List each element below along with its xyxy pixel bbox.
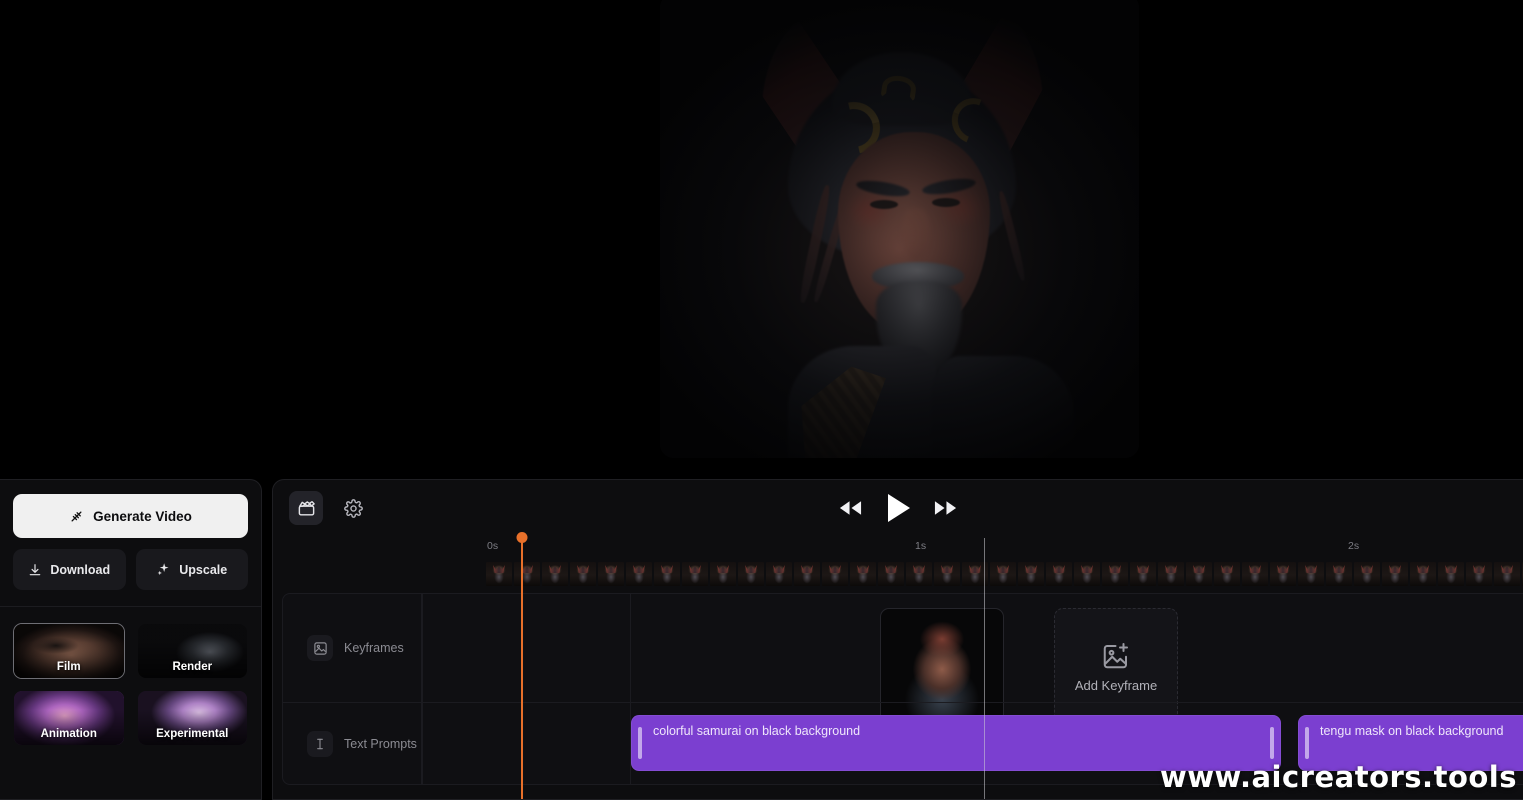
generate-video-label: Generate Video (93, 508, 192, 524)
track-label: Keyframes (344, 641, 404, 655)
filmstrip-frame (850, 562, 876, 586)
clip-label: tengu mask on black background (1320, 724, 1504, 738)
generate-video-button[interactable]: Generate Video (13, 494, 248, 538)
style-label: Animation (40, 728, 97, 740)
style-label: Film (56, 661, 81, 673)
filmstrip-frame (794, 562, 820, 586)
filmstrip-frame (514, 562, 540, 586)
filmstrip-frame (1410, 562, 1436, 586)
sparkles-icon (156, 562, 171, 577)
filmstrip-frame (1186, 562, 1212, 586)
filmstrip-frame (1074, 562, 1100, 586)
bottom-bar: Generate Video Download Upscale Film Ren… (0, 462, 1523, 800)
filmstrip-frame (1466, 562, 1492, 586)
filmstrip-frame (766, 562, 792, 586)
filmstrip-frame (878, 562, 904, 586)
ruler-tick-0s: 0s (487, 540, 499, 552)
filmstrip-frame (1382, 562, 1408, 586)
clip-handle-left[interactable] (638, 727, 642, 759)
gear-icon[interactable] (336, 491, 370, 525)
filmstrip-frame (1298, 562, 1324, 586)
track-label: Text Prompts (344, 736, 417, 751)
filmstrip-frame (906, 562, 932, 586)
timeline-ruler[interactable]: 0s 1s 2s (421, 536, 1523, 562)
filmstrip-frame (1354, 562, 1380, 586)
filmstrip-frame (1214, 562, 1240, 586)
filmstrip-frame (990, 562, 1016, 586)
style-presets: Film Render Animation Experimental (0, 607, 261, 758)
filmstrip-frame (1242, 562, 1268, 586)
decor-vignette (660, 0, 1139, 458)
filmstrip-frame (626, 562, 652, 586)
track-body-text-prompts[interactable]: colorful samurai on black background ten… (422, 703, 1523, 784)
track-body-keyframes[interactable]: Add Keyframe (422, 594, 1523, 726)
download-icon (28, 563, 42, 577)
text-cursor-icon (307, 730, 333, 757)
ruler-tick-2s: 2s (1348, 540, 1360, 552)
timeline-tracks: Keyframes Add Keyframe Text Prompts colo… (282, 593, 1523, 785)
filmstrip-frame (486, 562, 512, 586)
filmstrip-frame (710, 562, 736, 586)
timeline-panel: 0s 1s 2s Keyframes Add Keyframe Text Pro… (272, 479, 1523, 800)
style-preset-experimental[interactable]: Experimental (137, 690, 249, 746)
preview-image (660, 0, 1139, 458)
clip-label: colorful samurai on black background (653, 724, 861, 738)
style-label: Render (172, 661, 213, 673)
image-plus-icon (1101, 641, 1131, 671)
clip-handle-right[interactable] (1270, 727, 1274, 759)
filmstrip-frame (542, 562, 568, 586)
filmstrip-frame (738, 562, 764, 586)
style-preset-film[interactable]: Film (13, 623, 125, 679)
preview-video-frame[interactable] (660, 0, 1139, 458)
track-header-keyframes[interactable]: Keyframes (283, 594, 422, 702)
clip-handle-left[interactable] (1305, 727, 1309, 759)
clapperboard-icon[interactable] (289, 491, 323, 525)
filmstrip-frame (1494, 562, 1520, 586)
upscale-label: Upscale (179, 562, 228, 577)
filmstrip-frame (1326, 562, 1352, 586)
filmstrip-frame (654, 562, 680, 586)
filmstrip-frame (934, 562, 960, 586)
style-preset-animation[interactable]: Animation (13, 690, 125, 746)
filmstrip-frame (1102, 562, 1128, 586)
filmstrip-frame (962, 562, 988, 586)
filmstrip-frame (1270, 562, 1296, 586)
play-button[interactable] (885, 493, 911, 523)
action-buttons: Generate Video Download Upscale (0, 480, 261, 607)
image-icon (307, 635, 333, 661)
filmstrip-frame (1018, 562, 1044, 586)
filmstrip-frame (1046, 562, 1072, 586)
sparkle-wand-icon (69, 509, 84, 524)
filmstrip-frame (570, 562, 596, 586)
download-button[interactable]: Download (13, 549, 126, 590)
filmstrip-frame (1158, 562, 1184, 586)
track-keyframes: Keyframes Add Keyframe (283, 594, 1523, 726)
track-text-prompts: Text Prompts colorful samurai on black b… (283, 702, 1523, 784)
filmstrip-frame (1438, 562, 1464, 586)
secondary-actions: Download Upscale (13, 549, 248, 590)
download-label: Download (50, 562, 111, 577)
video-editor-app: Generate Video Download Upscale Film Ren… (0, 0, 1523, 800)
style-preset-render[interactable]: Render (137, 623, 249, 679)
filmstrip-frame (1130, 562, 1156, 586)
track-header-text-prompts[interactable]: Text Prompts (283, 703, 422, 784)
transport-controls (273, 493, 1523, 523)
timeline-toolbar (273, 480, 1523, 536)
preview-stage (0, 0, 1523, 462)
add-keyframe-label: Add Keyframe (1074, 678, 1158, 693)
upscale-button[interactable]: Upscale (135, 549, 248, 590)
controls-panel: Generate Video Download Upscale Film Ren… (0, 479, 262, 800)
filmstrip-frame (682, 562, 708, 586)
rewind-button[interactable] (838, 499, 863, 517)
filmstrip-frame (822, 562, 848, 586)
fast-forward-button[interactable] (933, 499, 958, 517)
text-prompt-clip[interactable]: colorful samurai on black background (631, 715, 1281, 771)
style-label: Experimental (156, 728, 229, 740)
text-prompt-clip[interactable]: tengu mask on black background (1298, 715, 1523, 771)
filmstrip-preview[interactable] (486, 562, 1523, 586)
ruler-tick-1s: 1s (915, 540, 927, 552)
filmstrip-frame (598, 562, 624, 586)
